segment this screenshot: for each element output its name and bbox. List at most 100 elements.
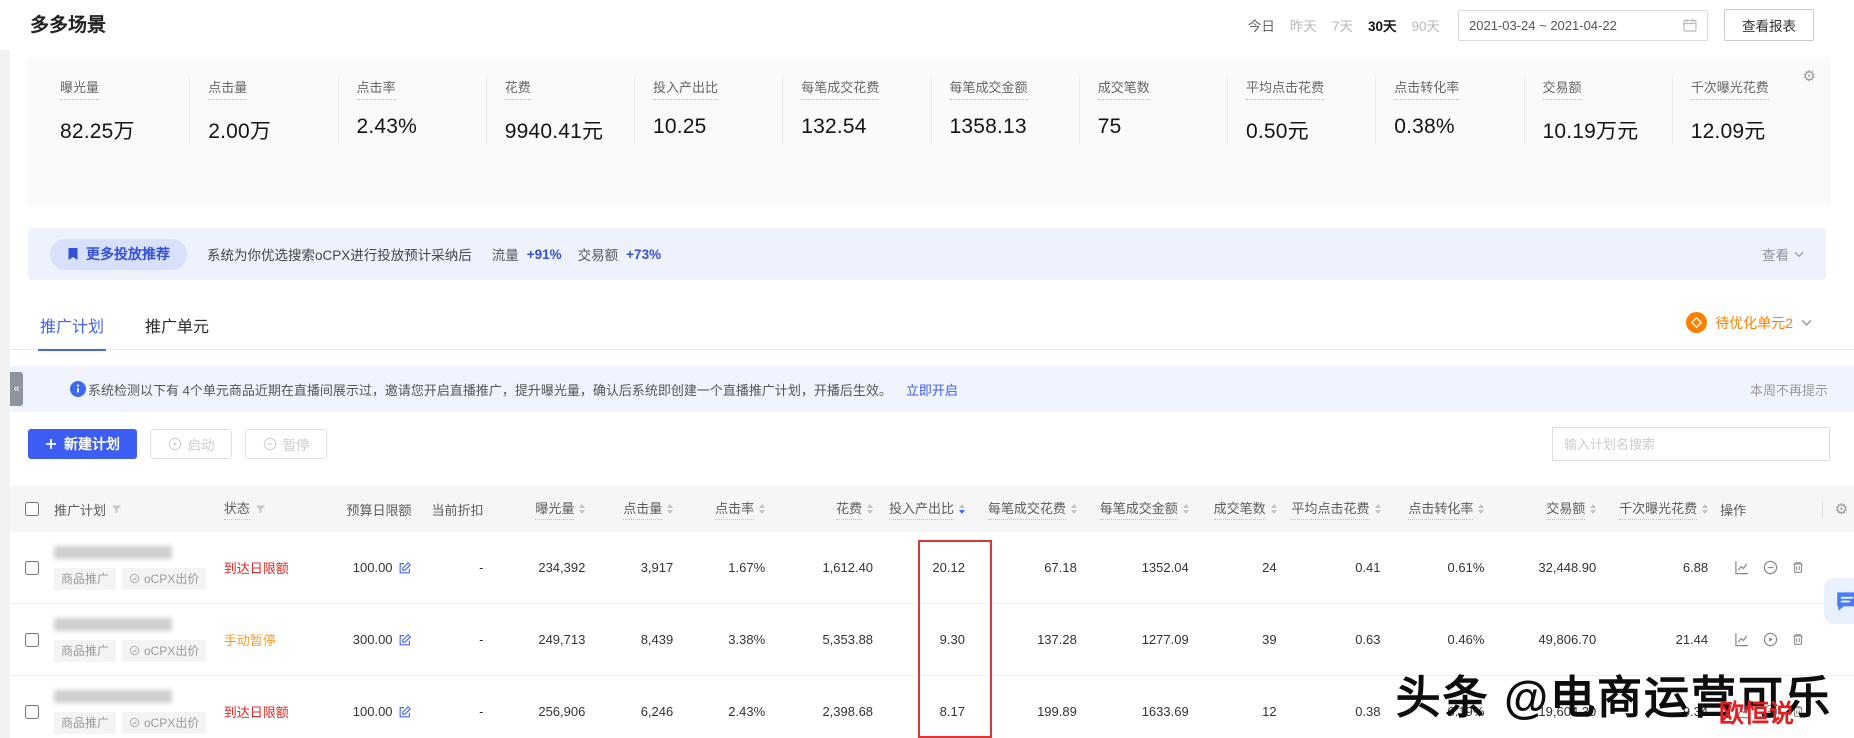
cell-plan: 商品推广 oCPX出价 (53, 532, 224, 603)
live-stream-alert: 系统检测以下有 4个单元商品近期在直播间展示过，邀请您开启直播推广，提升曝光量，… (10, 366, 1854, 412)
date-tab-3[interactable]: 30天 (1368, 15, 1397, 35)
column-header-label: 千次曝光花费 (1619, 498, 1698, 520)
budget-value: 100.00 (352, 560, 393, 575)
recommend-view-link[interactable]: 查看 (1762, 244, 1804, 264)
cell-exposure: 256,906 (495, 676, 597, 738)
alert-dismiss-link[interactable]: 本周不再提示 (1750, 380, 1828, 399)
optimize-units-dropdown[interactable]: 待优化单元2 (1686, 312, 1812, 333)
recommend-badge[interactable]: 更多投放推荐 (50, 238, 187, 270)
cell-clicks: 8,439 (640, 632, 674, 647)
cell-status: 手动暂停 (224, 604, 329, 675)
select-all-checkbox[interactable] (24, 502, 39, 516)
header-cell-check (10, 486, 54, 532)
stat-value: 9940.41元 (504, 120, 604, 143)
cell-spend: 1,612.40 (777, 532, 885, 603)
recommend-metric-value: +91% (526, 246, 562, 262)
filter-funnel-icon[interactable] (255, 504, 266, 515)
date-range-value: 2021-03-24 ~ 2021-04-22 (1469, 17, 1617, 33)
recommend-text: 系统为你优选搜索oCPX进行投放预计采纳后 (207, 248, 472, 263)
cell-spend: 2,398.68 (822, 704, 874, 719)
view-report-button[interactable]: 查看报表 (1724, 9, 1814, 41)
stats-settings-gear-icon[interactable]: ⚙ (1803, 67, 1816, 85)
plus-icon (46, 439, 56, 449)
sort-carets-icon[interactable] (1270, 504, 1277, 514)
info-icon (70, 381, 86, 397)
chat-widget-button[interactable] (1824, 578, 1854, 624)
column-settings-gear-icon[interactable]: ⚙ (1835, 500, 1848, 518)
tag-ocpx-bid: oCPX出价 (121, 711, 207, 734)
column-header-label: 平均点击花费 (1291, 498, 1370, 520)
sort-carets-icon[interactable] (867, 504, 874, 514)
stat-item: 成交笔数 75 (1078, 77, 1227, 145)
row-select-checkbox[interactable] (24, 560, 39, 575)
stat-value: 82.25万 (60, 120, 135, 143)
date-tab-4[interactable]: 90天 (1411, 15, 1440, 35)
new-plan-button[interactable]: 新建计划 (28, 429, 137, 459)
column-header-label: 成交笔数 (1213, 498, 1266, 520)
column-header-label: 点击率 (715, 498, 755, 520)
cell-ctr: 3.38% (685, 604, 777, 675)
header-cell-cost_per_order: 每笔成交花费 (977, 486, 1089, 532)
stat-item: 曝光量 82.25万 (42, 77, 189, 145)
date-range-picker[interactable]: 2021-03-24 ~ 2021-04-22 (1458, 9, 1708, 41)
chart-report-icon[interactable] (1734, 632, 1750, 647)
date-tab-1[interactable]: 昨天 (1290, 15, 1317, 35)
stat-value: 10.19万元 (1542, 120, 1639, 143)
sort-carets-icon[interactable] (1590, 504, 1597, 514)
tag-ocpx-bid: oCPX出价 (121, 567, 207, 590)
delete-plan-icon[interactable] (1791, 560, 1805, 575)
tab-promotion-unit[interactable]: 推广单元 (145, 313, 209, 337)
cell-cost_per_order: 199.89 (977, 676, 1089, 738)
cell-amount_per_order: 1633.69 (1141, 704, 1189, 719)
cell-avg_click_cost: 0.63 (1289, 604, 1393, 675)
cell-clicks: 8,439 (597, 604, 685, 675)
sort-carets-icon[interactable] (1702, 504, 1709, 514)
row-select-checkbox[interactable] (24, 704, 39, 719)
plan-tags: 商品推广 oCPX出价 (53, 567, 207, 590)
cell-ctr: 1.67% (728, 560, 766, 575)
recommend-metric-value: +73% (626, 246, 662, 262)
tab-promotion-plan[interactable]: 推广计划 (37, 313, 107, 351)
cell-cost_per_order: 67.18 (1044, 560, 1077, 575)
row-select-checkbox[interactable] (24, 632, 39, 647)
delete-plan-icon[interactable] (1791, 632, 1805, 647)
header-cell-budget: 预算日限额 (329, 486, 424, 532)
sort-carets-icon[interactable] (759, 504, 766, 514)
plan-search-input[interactable] (1552, 427, 1830, 461)
sort-carets-icon[interactable] (958, 504, 965, 514)
stat-label: 平均点击花费 (1246, 77, 1325, 100)
cell-exposure: 234,392 (495, 532, 597, 603)
sort-carets-icon[interactable] (1374, 504, 1381, 514)
stat-value: 12.09元 (1690, 120, 1766, 143)
start-button[interactable]: 启动 (150, 429, 232, 459)
edit-budget-icon[interactable] (398, 633, 412, 647)
sidebar-collapse-handle[interactable]: « (10, 372, 23, 406)
cell-discount: - (479, 632, 484, 647)
cell-cvr: 0.61% (1393, 532, 1497, 603)
pause-button[interactable]: 暂停 (245, 429, 327, 459)
date-tab-2[interactable]: 7天 (1332, 15, 1353, 35)
edit-budget-icon[interactable] (398, 705, 412, 719)
cell-exposure: 234,392 (538, 560, 586, 575)
alert-enable-link[interactable]: 立即开启 (906, 380, 958, 399)
recommend-metrics: 流量 +91% 交易额 +73% (484, 244, 661, 264)
chart-report-icon[interactable] (1734, 560, 1750, 575)
edit-budget-icon[interactable] (398, 561, 412, 575)
calendar-icon (1683, 19, 1697, 32)
sort-carets-icon[interactable] (579, 504, 586, 514)
pause-plan-icon[interactable] (1763, 560, 1778, 575)
date-tab-0[interactable]: 今日 (1248, 15, 1275, 35)
sort-carets-icon[interactable] (1478, 504, 1485, 514)
start-plan-icon[interactable] (1763, 632, 1778, 647)
recommend-metric-label: 交易额 (577, 248, 619, 263)
cell-cpm: 6.88 (1608, 532, 1720, 603)
cell-clicks: 6,246 (640, 704, 674, 719)
sort-carets-icon[interactable] (1070, 504, 1077, 514)
filter-funnel-icon[interactable] (111, 504, 122, 515)
sort-carets-icon[interactable] (667, 504, 674, 514)
column-header-label: 点击转化率 (1408, 498, 1474, 520)
sort-carets-icon[interactable] (1182, 504, 1189, 514)
header-divider (1821, 501, 1823, 517)
stat-item: 投入产出比 10.25 (634, 77, 782, 145)
cell-transaction: 32,448.90 (1496, 532, 1608, 603)
